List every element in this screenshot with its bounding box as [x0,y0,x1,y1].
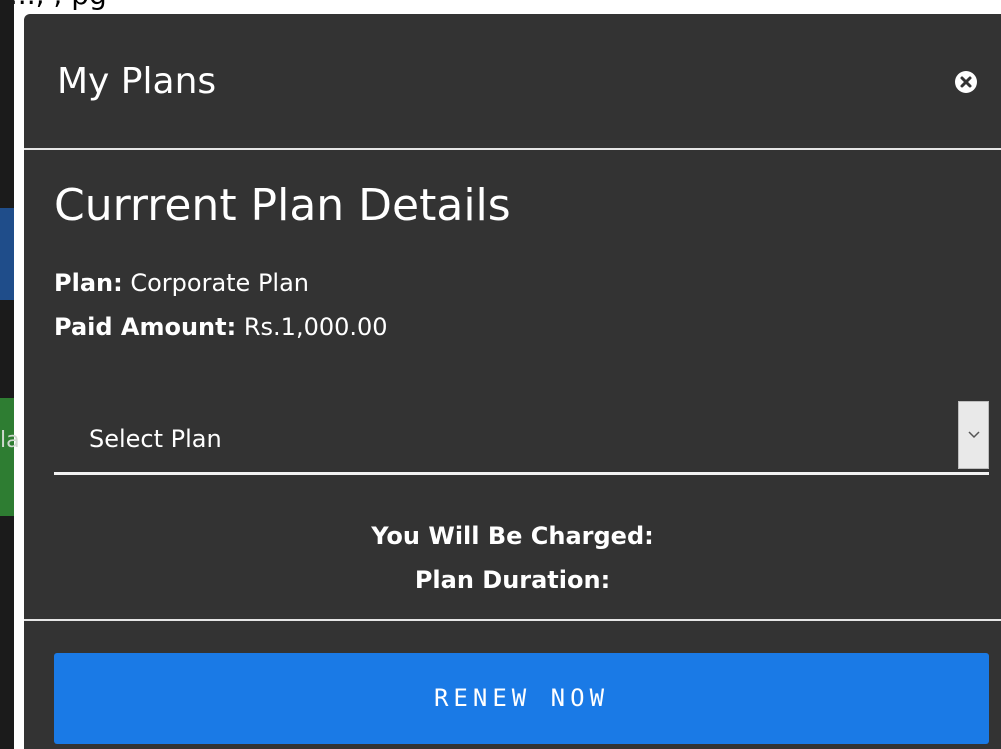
paid-amount-label: Paid Amount: [54,313,237,341]
chevron-down-icon [968,431,980,439]
modal-title: My Plans [57,61,217,102]
modal-header: My Plans [24,14,1001,150]
my-plans-modal: My Plans Currrent Plan Details Plan: Cor… [24,14,1001,749]
paid-amount-info: Paid Amount: Rs.1,000.00 [54,313,388,341]
close-button[interactable] [955,71,977,93]
duration-label: Plan Duration: [414,566,611,594]
plan-select-value[interactable]: Select Plan [89,425,222,453]
background-green-panel: la [0,398,20,516]
charged-label: You Will Be Charged: [371,522,654,550]
plan-value: Corporate Plan [130,269,310,297]
plan-select-arrow[interactable] [958,401,989,469]
plan-info: Plan: Corporate Plan [54,269,309,297]
close-circle-icon [960,76,972,88]
plan-select[interactable]: Select Plan [54,400,989,475]
background-page-edge: la [0,0,20,749]
renew-now-button[interactable]: RENEW NOW [54,653,989,744]
paid-amount-value: Rs.1,000.00 [243,313,388,341]
plan-label: Plan: [54,269,123,297]
screen: ...., , pg la My Plans Currrent Plan Det… [0,0,1001,749]
background-blue-panel [0,208,14,300]
current-plan-heading: Currrent Plan Details [54,180,511,231]
footer-divider [24,619,1001,621]
background-label-fragment: la [0,428,20,453]
